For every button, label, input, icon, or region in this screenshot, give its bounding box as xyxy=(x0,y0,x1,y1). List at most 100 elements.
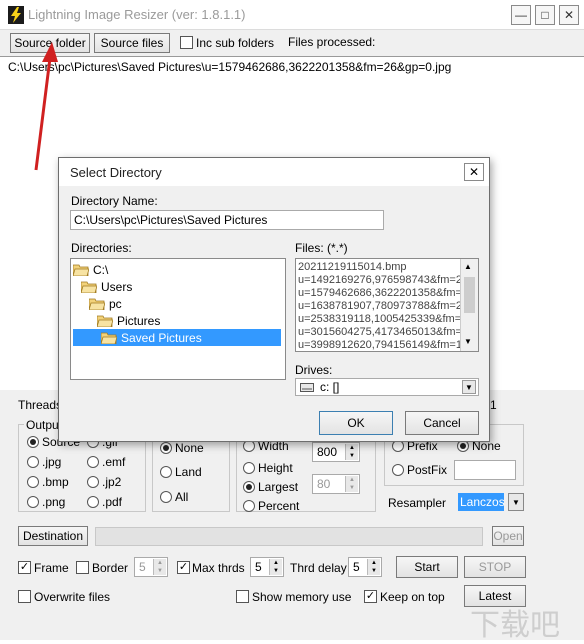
border-stepper[interactable]: 5 ▲ ▼ xyxy=(134,557,168,577)
border-checkbox[interactable] xyxy=(76,561,89,574)
file-item[interactable]: u=1579462686,3622201358&fm=2 xyxy=(298,286,468,300)
radio-height-label: Height xyxy=(258,461,293,475)
resampler-value: Lanczos xyxy=(458,493,505,511)
thrd-delay-label: Thrd delay xyxy=(290,561,347,575)
dialog-title: Select Directory xyxy=(70,165,162,180)
maximize-icon[interactable]: □ xyxy=(535,5,555,25)
radio-bmp[interactable] xyxy=(27,476,39,488)
file-item[interactable]: u=2538319118,1005425339&fm=2 xyxy=(298,312,467,326)
directory-item-users[interactable]: Users xyxy=(81,278,132,295)
radio-emf[interactable] xyxy=(87,456,99,468)
chevron-down-icon[interactable]: ▼ xyxy=(508,493,524,511)
stepper-arrows-icon[interactable]: ▲ ▼ xyxy=(367,559,380,575)
radio-rotate-none[interactable] xyxy=(160,442,172,454)
stepper-arrows-icon[interactable]: ▲ ▼ xyxy=(345,476,358,492)
destination-path[interactable] xyxy=(95,527,483,546)
file-item[interactable]: u=1492169276,976598743&fm=26 xyxy=(298,273,468,287)
open-folder-icon xyxy=(101,332,117,344)
directory-item-pictures[interactable]: Pictures xyxy=(97,312,160,329)
name-fix-input[interactable] xyxy=(454,460,516,480)
keep-on-top-checkbox[interactable]: ✓ xyxy=(364,590,377,603)
size-stepper[interactable]: 800 ▲ ▼ xyxy=(312,442,360,462)
scroll-thumb[interactable] xyxy=(464,277,475,313)
inc-sub-folders-checkbox[interactable] xyxy=(180,36,193,49)
close-icon[interactable]: ✕ xyxy=(464,163,484,181)
minimize-icon[interactable]: — xyxy=(511,5,531,25)
dialog-title-bar: Select Directory ✕ xyxy=(59,158,489,186)
chevron-down-icon[interactable]: ▼ xyxy=(462,380,476,394)
resampler-select[interactable]: Lanczos ▼ xyxy=(458,492,524,512)
file-item[interactable]: 20211219115014.bmp xyxy=(298,260,406,274)
threads-label: Threads xyxy=(18,398,63,412)
scroll-down-icon[interactable]: ▼ xyxy=(464,337,472,346)
watermark: 下载吧 xyxy=(470,608,560,643)
radio-postfix[interactable] xyxy=(392,464,404,476)
source-files-button[interactable]: Source files xyxy=(94,33,170,53)
radio-source[interactable] xyxy=(27,436,39,448)
directory-name-label: Directory Name: xyxy=(71,194,158,208)
cancel-button[interactable]: Cancel xyxy=(405,411,479,435)
max-thrds-checkbox[interactable]: ✓ xyxy=(177,561,190,574)
lightning-app-icon xyxy=(8,6,24,24)
scroll-up-icon[interactable]: ▲ xyxy=(464,262,472,271)
directory-item-c[interactable]: C:\ xyxy=(73,261,108,278)
select-directory-dialog: Select Directory ✕ Directory Name: C:\Us… xyxy=(58,157,490,442)
files-label: Files: (*.*) xyxy=(295,241,348,255)
directory-item-pc[interactable]: pc xyxy=(89,295,122,312)
show-memory-checkbox[interactable] xyxy=(236,590,249,603)
radio-postfix-label: PostFix xyxy=(407,463,448,477)
radio-height[interactable] xyxy=(243,462,255,474)
percent-value: 80 xyxy=(317,477,331,491)
close-icon[interactable]: ✕ xyxy=(559,5,579,25)
radio-jpg-label: .jpg xyxy=(42,455,62,469)
destination-button[interactable]: Destination xyxy=(18,526,88,546)
radio-rotate-all-label: All xyxy=(175,490,189,504)
radio-png[interactable] xyxy=(27,496,39,508)
thrd-delay-stepper[interactable]: 5 ▲ ▼ xyxy=(348,557,382,577)
frame-checkbox[interactable]: ✓ xyxy=(18,561,31,574)
open-folder-icon xyxy=(81,281,97,293)
percent-stepper[interactable]: 80 ▲ ▼ xyxy=(312,474,360,494)
drive-icon xyxy=(300,382,314,392)
show-memory-label: Show memory use xyxy=(252,590,352,604)
file-item[interactable]: u=3015604275,4173465013&fm=2 xyxy=(298,325,468,339)
stop-button[interactable]: STOP xyxy=(464,556,526,578)
resampler-label: Resampler xyxy=(388,496,447,510)
border-label: Border xyxy=(92,561,129,575)
radio-emf-label: .emf xyxy=(102,455,126,469)
overwrite-label: Overwrite files xyxy=(34,590,111,604)
directory-item-saved-pictures[interactable]: Saved Pictures xyxy=(73,329,281,346)
inc-sub-folders-label: Inc sub folders xyxy=(196,36,275,50)
stepper-arrows-icon[interactable]: ▲ ▼ xyxy=(269,559,282,575)
file-item[interactable]: u=1638781907,780973788&fm=26 xyxy=(298,299,468,313)
radio-png-label: .png xyxy=(42,495,66,509)
directories-list[interactable]: C:\ Users pc Pictures Saved Pictures xyxy=(70,258,286,380)
ok-button[interactable]: OK xyxy=(319,411,393,435)
radio-jp2[interactable] xyxy=(87,476,99,488)
start-button[interactable]: Start xyxy=(396,556,458,578)
drives-label: Drives: xyxy=(295,363,333,377)
open-button[interactable]: Open xyxy=(492,526,524,546)
log-line: C:\Users\pc\Pictures\Saved Pictures\u=15… xyxy=(8,60,452,74)
title-bar: Lightning Image Resizer (ver: 1.8.1.1) —… xyxy=(0,0,584,30)
radio-percent[interactable] xyxy=(243,500,255,512)
radio-largest[interactable] xyxy=(243,481,255,493)
radio-pdf[interactable] xyxy=(87,496,99,508)
radio-pdf-label: .pdf xyxy=(102,495,123,509)
stepper-arrows-icon[interactable]: ▲ ▼ xyxy=(153,559,166,575)
open-folder-icon xyxy=(89,298,105,310)
radio-jpg[interactable] xyxy=(27,456,39,468)
open-folder-icon xyxy=(97,315,113,327)
drives-select[interactable]: c: [] ▼ xyxy=(295,378,479,396)
overwrite-checkbox[interactable] xyxy=(18,590,31,603)
files-list[interactable]: 20211219115014.bmp u=1492169276,97659874… xyxy=(295,258,479,352)
stepper-arrows-icon[interactable]: ▲ ▼ xyxy=(345,444,358,460)
keep-on-top-label: Keep on top xyxy=(380,590,445,604)
radio-rotate-all[interactable] xyxy=(160,491,172,503)
file-item[interactable]: u=3998912620,794156149&fm=11 xyxy=(298,338,467,351)
files-scrollbar[interactable]: ▲ ▼ xyxy=(460,259,478,351)
radio-rotate-land[interactable] xyxy=(160,466,172,478)
directory-name-input[interactable]: C:\Users\pc\Pictures\Saved Pictures xyxy=(70,210,384,230)
max-thrds-stepper[interactable]: 5 ▲ ▼ xyxy=(250,557,284,577)
size-value: 800 xyxy=(317,445,338,459)
